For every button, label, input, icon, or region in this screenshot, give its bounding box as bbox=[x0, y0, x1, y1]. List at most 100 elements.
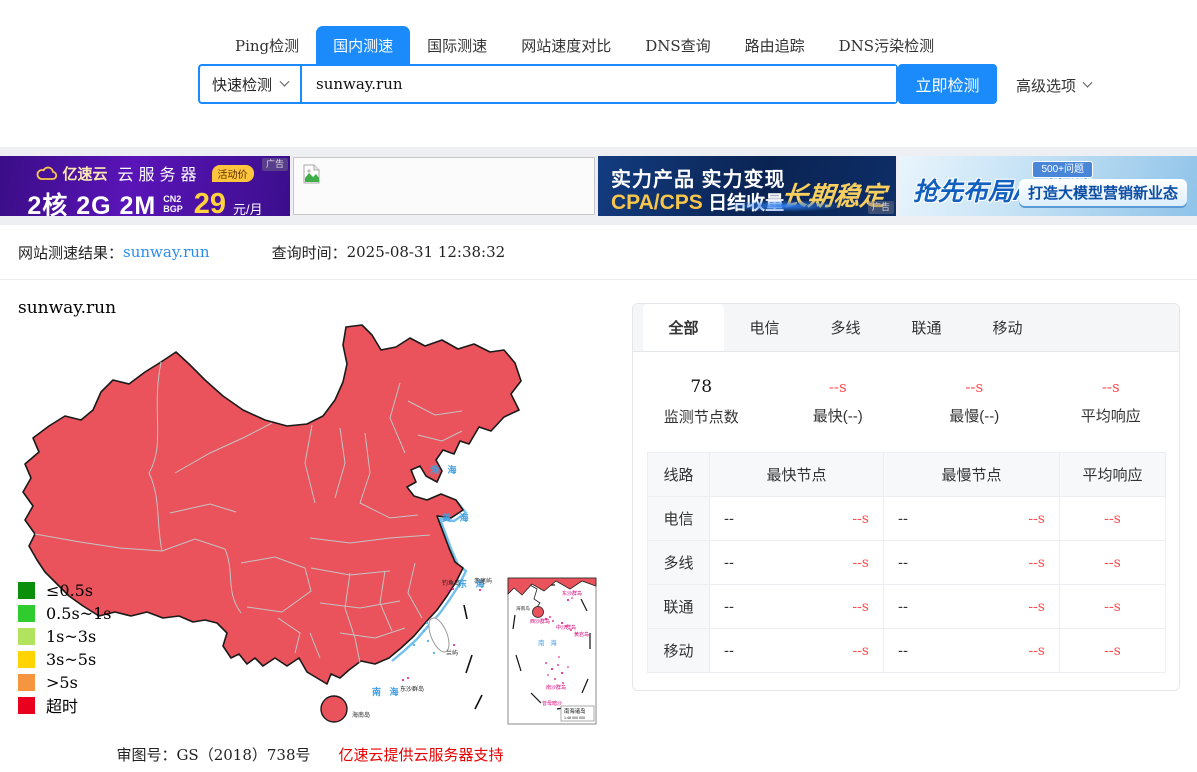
broken-image-icon bbox=[302, 164, 322, 184]
result-label: 网站测速结果： bbox=[18, 242, 123, 263]
table-row-telecom: 电信 -- --s -- --s --s bbox=[648, 497, 1166, 541]
ad-banner-empty-slot[interactable] bbox=[293, 157, 595, 215]
filter-tab-telecom[interactable]: 电信 bbox=[724, 304, 805, 351]
legend-label: 1s~3s bbox=[46, 627, 96, 646]
slowest-node-cell: -- --s bbox=[884, 585, 1060, 629]
legend-label: ≤0.5s bbox=[46, 581, 93, 600]
label-chiwei: 赤尾屿 bbox=[474, 577, 492, 585]
yisuyun-brand: 亿速云 bbox=[36, 163, 107, 184]
net-line1: CN2 bbox=[163, 194, 183, 204]
tab-dns-query[interactable]: DNS查询 bbox=[628, 26, 727, 64]
ad-tag: 广告 bbox=[868, 201, 894, 214]
search-bar: 快速检测 bbox=[198, 64, 898, 104]
map-caption-row: 审图号：GS（2018）738号 亿速云提供云服务器支持 bbox=[0, 744, 620, 765]
stat-node-count: 78 监测节点数 bbox=[633, 377, 770, 427]
node-name: -- bbox=[898, 510, 908, 527]
fastest-node-cell: -- --s bbox=[710, 629, 884, 673]
result-bar: 网站测速结果： sunway.run 查询时间： 2025-08-31 12:3… bbox=[0, 225, 1197, 280]
advanced-options-toggle[interactable]: 高级选项 bbox=[1016, 75, 1091, 96]
node-time: --s bbox=[1028, 599, 1045, 615]
tab-traceroute[interactable]: 路由追踪 bbox=[728, 26, 822, 64]
slowest-node-cell: -- --s bbox=[884, 629, 1060, 673]
ai-marketing-subtitle: 打造大模型营销新业态 bbox=[1019, 179, 1187, 206]
label-hainan: 海南岛 bbox=[352, 711, 370, 719]
node-name: -- bbox=[724, 554, 734, 571]
domain-input[interactable] bbox=[302, 66, 896, 102]
ad-strip: 广告 亿速云 云服务器 活动价 2核 2G 2M CN2 BGP 29 元/月 bbox=[0, 147, 1197, 225]
legend-item: 超时 bbox=[18, 696, 111, 714]
promo-badge: 活动价 bbox=[212, 165, 254, 182]
table-row-mobile: 移动 -- --s -- --s --s bbox=[648, 629, 1166, 673]
stat-average: --s 平均响应 bbox=[1043, 378, 1180, 426]
sea-label-huanghai: 黄 海 bbox=[442, 512, 472, 523]
inset-scale: 1:48 000 000 bbox=[564, 716, 585, 720]
start-detect-button[interactable]: 立即检测 bbox=[898, 64, 997, 104]
slowest-node-cell: -- --s bbox=[884, 497, 1060, 541]
ad-banner-cpa-cps[interactable]: 实力产品 实力变现 CPA/CPS 日结收量 长期稳定 广告 bbox=[598, 156, 896, 216]
ad-banner-ai-marketing[interactable]: 抢先布局AI营销 500+问题 打造大模型营销新业态 bbox=[899, 156, 1197, 216]
node-time: --s bbox=[852, 643, 869, 659]
legend-swatch bbox=[18, 628, 35, 645]
taiwan-island bbox=[425, 615, 453, 654]
slowest-node-cell: -- --s bbox=[884, 541, 1060, 585]
chevron-down-icon bbox=[280, 76, 290, 86]
tab-site-speed-compare[interactable]: 网站速度对比 bbox=[504, 26, 628, 64]
average-value: --s bbox=[1043, 378, 1180, 396]
sponsor-link[interactable]: 亿速云提供云服务器支持 bbox=[339, 744, 504, 765]
average-cell: --s bbox=[1060, 541, 1166, 585]
south-china-sea-inset: 东沙群岛 西沙群岛 中沙群岛 黄岩岛 南沙群岛 曾母暗沙 海南岛 南 海 南海诸… bbox=[508, 578, 596, 724]
ad-tag: 广告 bbox=[262, 158, 288, 171]
table-row-unicom: 联通 -- --s -- --s --s bbox=[648, 585, 1166, 629]
node-time: --s bbox=[1028, 511, 1045, 527]
average-cell: --s bbox=[1060, 629, 1166, 673]
detect-mode-select[interactable]: 快速检测 bbox=[200, 66, 302, 102]
node-time: --s bbox=[1028, 643, 1045, 659]
filter-tab-mobile[interactable]: 移动 bbox=[967, 304, 1048, 351]
stat-slowest: --s 最慢(--) bbox=[906, 378, 1043, 426]
line-name: 多线 bbox=[648, 541, 710, 585]
fastest-label: 最快(--) bbox=[770, 405, 907, 426]
inset-hainan bbox=[533, 607, 544, 618]
node-time: --s bbox=[852, 599, 869, 615]
inset-label-nansha: 南沙群岛 bbox=[546, 684, 566, 691]
legend-swatch bbox=[18, 674, 35, 691]
node-count-value: 78 bbox=[633, 377, 770, 397]
top-nav-tabs: Ping检测 国内测速 国际测速 网站速度对比 DNS查询 路由追踪 DNS污染… bbox=[218, 26, 951, 64]
ad-banner-cloud-server[interactable]: 广告 亿速云 云服务器 活动价 2核 2G 2M CN2 BGP 29 元/月 bbox=[0, 156, 290, 216]
legend-swatch bbox=[18, 651, 35, 668]
line-filter-tabs: 全部 电信 多线 联通 移动 bbox=[633, 304, 1179, 352]
filter-tab-all[interactable]: 全部 bbox=[643, 304, 724, 351]
line-name: 电信 bbox=[648, 497, 710, 541]
legend-label: 0.5s~1s bbox=[46, 604, 111, 623]
tab-ping[interactable]: Ping检测 bbox=[218, 26, 316, 64]
chevron-down-icon bbox=[1083, 78, 1093, 88]
legend-swatch bbox=[18, 697, 35, 714]
legend-swatch bbox=[18, 582, 35, 599]
line-result-table: 线路 最快节点 最慢节点 平均响应 电信 -- --s -- --s --s bbox=[647, 452, 1166, 673]
filter-tab-unicom[interactable]: 联通 bbox=[886, 304, 967, 351]
slowest-value: --s bbox=[906, 378, 1043, 396]
node-name: -- bbox=[724, 598, 734, 615]
result-domain-link[interactable]: sunway.run bbox=[123, 243, 210, 261]
network-type: CN2 BGP bbox=[163, 194, 183, 214]
inset-label-huangyan: 黄岩岛 bbox=[574, 631, 589, 638]
col-header-fastest-node: 最快节点 bbox=[710, 453, 884, 497]
glow-decoration bbox=[724, 200, 844, 212]
node-name: -- bbox=[898, 642, 908, 659]
average-cell: --s bbox=[1060, 497, 1166, 541]
legend-label: 3s~5s bbox=[46, 650, 96, 669]
legend-item: 3s~5s bbox=[18, 650, 111, 668]
stat-fastest: --s 最快(--) bbox=[770, 378, 907, 426]
line-name: 联通 bbox=[648, 585, 710, 629]
tab-dns-pollution[interactable]: DNS污染检测 bbox=[822, 26, 951, 64]
node-time: --s bbox=[852, 511, 869, 527]
summary-stats: 78 监测节点数 --s 最快(--) --s 最慢(--) --s 平均响应 bbox=[633, 352, 1179, 452]
tab-domestic-speed[interactable]: 国内测速 bbox=[316, 26, 410, 64]
label-diaoyu: 钓鱼岛 bbox=[442, 579, 460, 587]
legend-item: ≤0.5s bbox=[18, 581, 111, 599]
filter-tab-multiline[interactable]: 多线 bbox=[805, 304, 886, 351]
tab-international-speed[interactable]: 国际测速 bbox=[410, 26, 504, 64]
inset-label-zhongsha: 中沙群岛 bbox=[556, 624, 576, 631]
col-header-slowest-node: 最慢节点 bbox=[884, 453, 1060, 497]
legend-label: 超时 bbox=[46, 693, 78, 717]
